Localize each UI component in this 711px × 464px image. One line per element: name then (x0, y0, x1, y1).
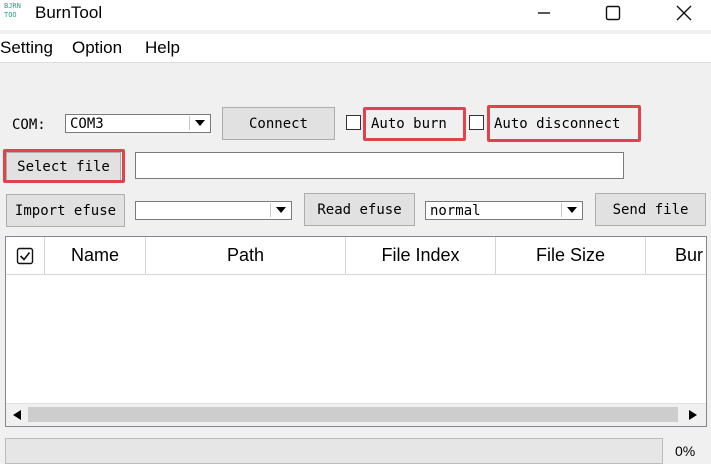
auto-burn-checkbox[interactable] (346, 115, 361, 130)
column-header-name[interactable]: Name (45, 237, 146, 275)
horizontal-scrollbar[interactable] (6, 403, 706, 426)
maximize-button[interactable] (590, 0, 636, 26)
auto-burn-label: Auto burn (371, 116, 447, 132)
auto-disconnect-checkbox[interactable] (469, 115, 484, 130)
chevron-down-icon (561, 203, 581, 217)
connect-button[interactable]: Connect (222, 107, 335, 140)
menu-option[interactable]: Option (72, 38, 122, 58)
efuse-select[interactable] (135, 201, 292, 220)
progress-bar (5, 438, 663, 464)
select-all-checkbox[interactable] (6, 237, 45, 275)
minimize-icon (538, 12, 550, 14)
send-file-button[interactable]: Send file (595, 193, 706, 226)
file-list-table: Name Path File Index File Size Bur (5, 236, 707, 427)
select-file-button[interactable]: Select file (6, 152, 121, 181)
mode-value: normal (430, 203, 481, 219)
menu-bar: Setting Option Help (0, 34, 711, 63)
maximize-icon (605, 5, 621, 21)
window-title: BurnTool (35, 3, 103, 22)
chevron-down-icon (189, 116, 209, 130)
close-icon (676, 5, 692, 21)
column-header-file-index[interactable]: File Index (346, 237, 496, 275)
arrow-left-icon (13, 410, 21, 420)
column-header-burn[interactable]: Bur (646, 237, 706, 275)
arrow-right-icon (689, 410, 697, 420)
import-efuse-button[interactable]: Import efuse (6, 194, 125, 227)
menu-help[interactable]: Help (145, 38, 180, 58)
read-efuse-button[interactable]: Read efuse (304, 193, 415, 226)
checkbox-checked-icon (16, 247, 34, 264)
scroll-left-button[interactable] (6, 404, 28, 426)
minimize-button[interactable] (521, 0, 567, 26)
title-bar: BJRN TOO BurnTool (0, 0, 711, 30)
column-header-path[interactable]: Path (146, 237, 346, 275)
auto-disconnect-label: Auto disconnect (494, 116, 621, 132)
com-port-select[interactable]: COM3 (65, 114, 211, 133)
scroll-thumb[interactable] (28, 407, 678, 422)
column-header-file-size[interactable]: File Size (496, 237, 646, 275)
close-button[interactable] (661, 0, 707, 26)
file-path-input[interactable] (135, 152, 624, 179)
scroll-right-button[interactable] (682, 404, 704, 426)
app-logo-icon: BJRN TOO (4, 2, 21, 19)
mode-select[interactable]: normal (425, 201, 583, 220)
progress-percent: 0% (675, 443, 696, 459)
menu-setting[interactable]: Setting (0, 38, 53, 58)
com-label: COM: (12, 117, 46, 133)
com-port-value: COM3 (70, 116, 104, 132)
chevron-down-icon (270, 203, 290, 217)
